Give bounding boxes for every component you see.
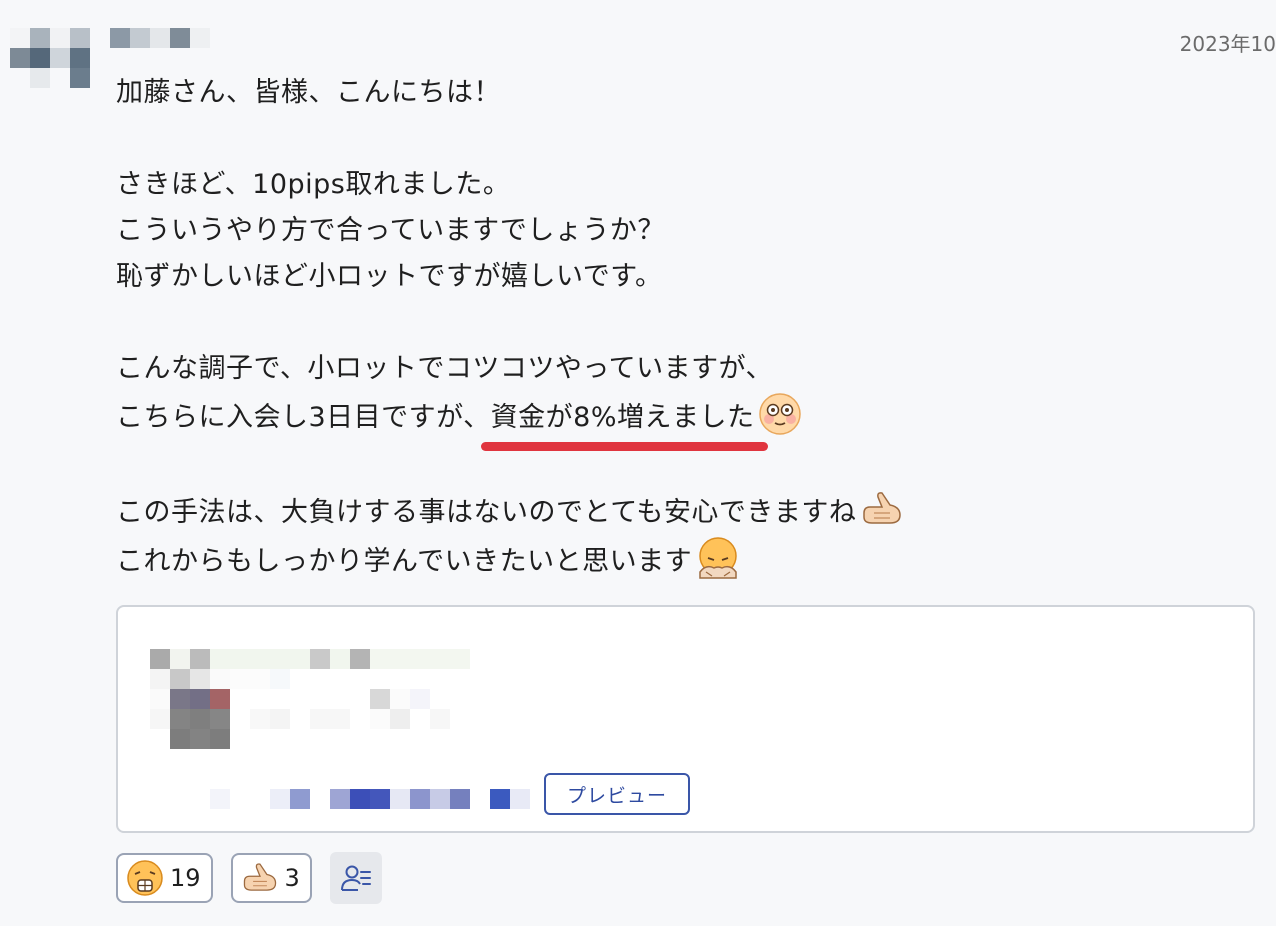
reaction-thumbs-up[interactable]: 3: [230, 853, 312, 903]
reactions-bar: 19 3: [116, 852, 382, 904]
members-list-icon: [340, 865, 371, 891]
link-preview-url[interactable]: [210, 789, 530, 809]
post-timestamp: 2023年10: [1179, 32, 1276, 56]
message-text: こちらに入会し3日目ですが、: [116, 402, 491, 433]
message-text: これからもしっかり学んでいきたいと思います: [116, 546, 693, 577]
reaction-count: 19: [170, 864, 201, 892]
avatar[interactable]: [10, 28, 90, 88]
message-body: 加藤さん、皆様、こんにちは！ さきほど、10pips取れました。 こういうやり方…: [116, 70, 1216, 585]
preview-button[interactable]: プレビュー: [544, 773, 690, 815]
reaction-members-button[interactable]: [329, 852, 382, 904]
message-text: この手法は、大負けする事はないのでとても安心できますね: [116, 497, 857, 528]
message-line: この手法は、大負けする事はないのでとても安心できますね: [116, 487, 1216, 536]
message-line: 加藤さん、皆様、こんにちは！: [116, 77, 501, 108]
highlighted-text: 資金が8%増えました: [480, 395, 769, 451]
message-line: 恥ずかしいほど小ロットですが嬉しいです。: [116, 261, 663, 292]
message-line: さきほど、10pips取れました。: [116, 169, 511, 200]
message-line: こういうやり方で合っていますでしょうか？: [116, 215, 665, 246]
message-line: こちらに入会し3日目ですが、資金が8%増えました: [116, 392, 1216, 451]
laughing-face-icon: [127, 860, 163, 896]
bowing-face-icon: [699, 537, 737, 579]
flushed-face-icon: [759, 393, 802, 435]
reaction-count: 3: [284, 864, 300, 892]
link-preview-thumbnail: [150, 649, 470, 749]
link-preview-card[interactable]: プレビュー: [116, 605, 1255, 833]
thumbs-up-icon: [243, 863, 276, 891]
reaction-laughing[interactable]: 19: [116, 853, 213, 903]
message-line: こんな調子で、小ロットでコツコツやっていますが、: [116, 353, 774, 384]
username[interactable]: [110, 28, 210, 48]
message-line: これからもしっかり学んでいきたいと思います: [116, 536, 1216, 585]
thumbs-up-icon: [863, 492, 902, 524]
